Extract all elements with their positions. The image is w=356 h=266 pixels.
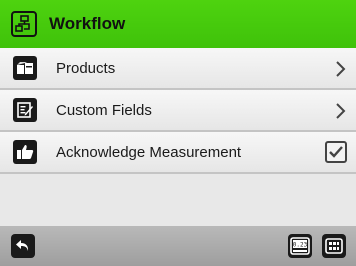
header-bar: Workflow [0,0,356,48]
back-icon [16,240,29,251]
menu-item-custom-fields[interactable]: Custom Fields [0,90,356,132]
products-icon [13,56,37,80]
workflow-menu: Products Custom Fields Acknowledge Measu… [0,48,356,174]
chevron-right-icon [336,61,346,77]
keypad-button[interactable] [322,234,346,258]
acknowledge-icon [13,140,37,164]
acknowledge-checkbox[interactable] [325,141,347,163]
custom-fields-icon [13,98,37,122]
display-value: 0.23 [293,242,308,249]
menu-item-label: Acknowledge Measurement [56,143,242,161]
menu-item-products[interactable]: Products [0,48,356,90]
empty-area [0,174,356,226]
page-title: Workflow [49,14,126,33]
footer-bar: 0.23 [0,226,356,266]
display-icon: 0.23 [290,237,310,255]
keypad-icon [325,238,343,254]
back-button[interactable] [11,234,35,258]
checkmark-icon [329,146,343,158]
display-button[interactable]: 0.23 [288,234,312,258]
chevron-right-icon [336,103,346,119]
workflow-icon [11,11,37,37]
menu-item-label: Products [56,59,116,77]
menu-item-label: Custom Fields [56,101,152,119]
menu-item-acknowledge-measurement[interactable]: Acknowledge Measurement [0,132,356,174]
